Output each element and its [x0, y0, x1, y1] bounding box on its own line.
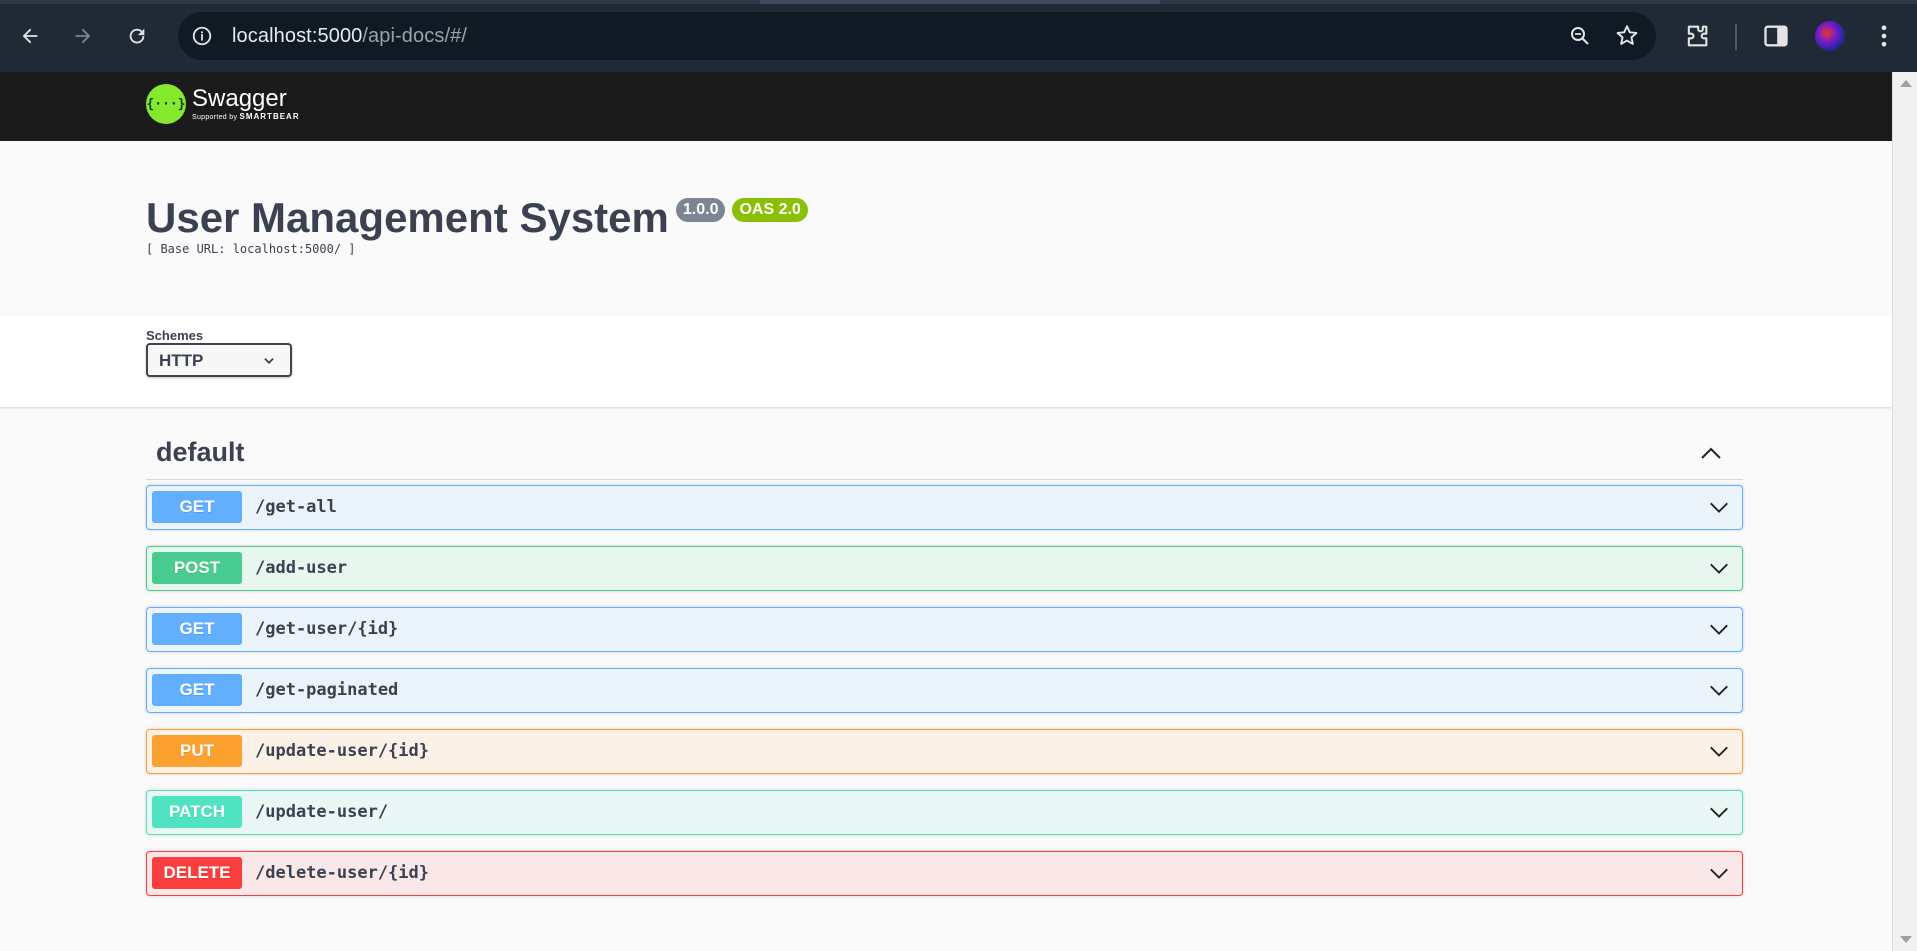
schemes-select[interactable]: HTTP: [146, 343, 292, 377]
swagger-logo[interactable]: {···} Swagger Supported by SMARTBEAR: [146, 84, 300, 124]
operation-get-user[interactable]: GET /get-user/{id}: [146, 607, 1743, 652]
operation-path: /get-all: [255, 497, 337, 517]
method-badge: POST: [152, 552, 242, 584]
brand-name: Swagger: [192, 85, 287, 112]
reload-icon: [129, 28, 145, 44]
extensions-icon[interactable]: [1683, 22, 1711, 50]
chevron-down-icon[interactable]: [1708, 496, 1730, 518]
tab-strip: [0, 0, 1917, 4]
tag-section-default: default GET /get-all POST /add-user GET …: [146, 421, 1743, 896]
version-badge: 1.0.0: [675, 198, 726, 222]
chevron-down-icon: [264, 358, 274, 364]
swagger-topbar: {···} Swagger Supported by SMARTBEAR: [0, 72, 1892, 141]
toolbar-divider: [1735, 24, 1737, 50]
method-badge: PATCH: [152, 796, 242, 828]
chevron-down-icon[interactable]: [1708, 862, 1730, 884]
method-badge: PUT: [152, 735, 242, 767]
method-badge: GET: [152, 491, 242, 523]
tag-header[interactable]: default: [146, 421, 1743, 480]
tag-name: default: [156, 437, 245, 467]
chevron-up-icon[interactable]: [1699, 441, 1723, 465]
base-url: [ Base URL: localhost:5000/ ]: [146, 242, 356, 256]
operation-update-user-put[interactable]: PUT /update-user/{id}: [146, 729, 1743, 774]
method-badge: DELETE: [152, 857, 242, 889]
back-button[interactable]: [12, 18, 48, 54]
scroll-down-icon[interactable]: [1900, 936, 1912, 943]
page-viewport: {···} Swagger Supported by SMARTBEAR Use…: [0, 72, 1892, 951]
scroll-up-icon[interactable]: [1900, 80, 1912, 87]
forward-button[interactable]: [65, 18, 101, 54]
chevron-down-icon[interactable]: [1708, 740, 1730, 762]
operation-path: /get-user/{id}: [255, 619, 399, 639]
chevron-down-icon[interactable]: [1708, 618, 1730, 640]
side-panel-icon[interactable]: [1762, 22, 1790, 50]
method-badge: GET: [152, 613, 242, 645]
operation-update-user-patch[interactable]: PATCH /update-user/: [146, 790, 1743, 835]
schemes-selected-value: HTTP: [159, 351, 204, 370]
bookmark-star-icon[interactable]: [1614, 23, 1640, 49]
arrow-right-icon: [75, 28, 91, 44]
address-bar[interactable]: localhost:5000/api-docs/#/: [178, 12, 1656, 60]
operation-path: /delete-user/{id}: [255, 863, 429, 883]
url-host: localhost:5000: [232, 25, 363, 47]
api-info: User Management System 1.0.0 OAS 2.0 [ B…: [146, 194, 808, 256]
schemes-container: Schemes HTTP: [0, 316, 1892, 407]
browser-toolbar: localhost:5000/api-docs/#/: [0, 0, 1917, 72]
operation-path: /get-paginated: [255, 680, 399, 700]
kebab-menu-icon[interactable]: [1870, 22, 1898, 50]
operation-get-all[interactable]: GET /get-all: [146, 485, 1743, 530]
chevron-down-icon[interactable]: [1708, 679, 1730, 701]
chevron-down-icon[interactable]: [1708, 557, 1730, 579]
operation-path: /update-user/: [255, 802, 389, 822]
profile-avatar[interactable]: [1815, 21, 1845, 51]
url-path: /api-docs/#/: [362, 25, 467, 47]
brand-sub: Supported by SMARTBEAR: [192, 112, 300, 122]
site-info-icon[interactable]: [190, 24, 214, 48]
arrow-left-icon: [22, 28, 38, 44]
api-title: User Management System: [146, 194, 669, 241]
swagger-brackets-icon: {···}: [146, 84, 186, 124]
oas-badge: OAS 2.0: [732, 198, 808, 222]
operation-path: /update-user/{id}: [255, 741, 429, 761]
operation-path: /add-user: [255, 558, 348, 578]
brand-sub-prefix: Supported by: [192, 114, 238, 121]
vertical-scrollbar[interactable]: [1892, 72, 1917, 951]
url-text[interactable]: localhost:5000/api-docs/#/: [232, 25, 467, 48]
method-badge: GET: [152, 674, 242, 706]
active-tab-indicator: [760, 0, 1160, 4]
zoom-icon[interactable]: [1568, 24, 1592, 48]
reload-button[interactable]: [119, 18, 155, 54]
operation-add-user[interactable]: POST /add-user: [146, 546, 1743, 591]
schemes-label: Schemes: [146, 328, 204, 343]
chevron-down-icon[interactable]: [1708, 801, 1730, 823]
operation-delete-user[interactable]: DELETE /delete-user/{id}: [146, 851, 1743, 896]
operations-list: GET /get-all POST /add-user GET /get-use…: [146, 480, 1743, 896]
brand-sub-company: SMARTBEAR: [239, 112, 300, 121]
operation-get-paginated[interactable]: GET /get-paginated: [146, 668, 1743, 713]
